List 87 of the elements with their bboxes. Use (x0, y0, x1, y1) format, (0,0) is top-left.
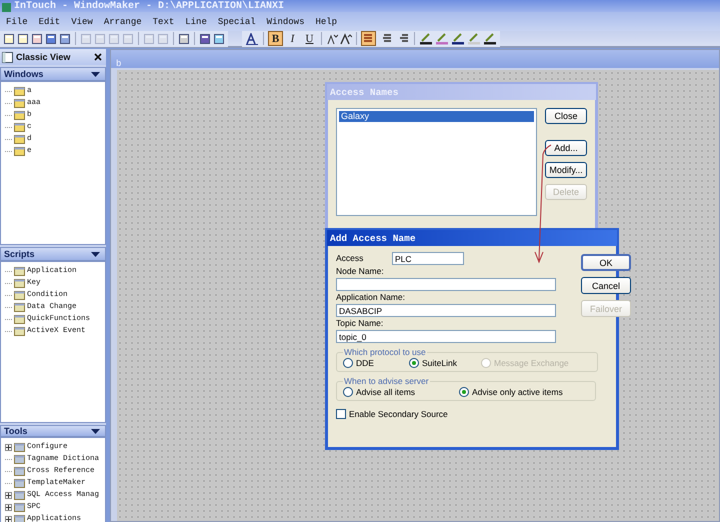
menu-item[interactable]: Help (315, 16, 338, 26)
dialog-button[interactable]: Close (545, 108, 587, 124)
expand-toggle[interactable] (5, 504, 12, 510)
text-color-icon[interactable] (451, 32, 465, 45)
access-input[interactable]: PLC (392, 252, 464, 265)
tool-icon (14, 478, 25, 488)
expand-toggle[interactable] (5, 516, 12, 522)
menu-item[interactable]: Line (185, 16, 207, 26)
dialog-button[interactable]: OK (581, 254, 631, 271)
script-icon (14, 314, 25, 324)
tool-icon (14, 466, 25, 476)
radio-button[interactable] (409, 358, 419, 368)
collapse-arrow-icon[interactable] (91, 428, 100, 434)
text-style-button[interactable]: U (302, 31, 317, 46)
window-folder-icon (14, 110, 25, 120)
tool-icon (14, 514, 25, 522)
collapse-arrow-icon[interactable] (91, 252, 100, 256)
section-header[interactable]: Tools (0, 425, 106, 437)
collapse-arrow-icon[interactable] (91, 72, 100, 76)
close-icon[interactable] (94, 53, 102, 61)
window-folder-icon (14, 86, 25, 96)
app-icon (2, 3, 11, 12)
text-input[interactable] (336, 278, 556, 291)
menu-item[interactable]: File (6, 16, 28, 26)
menu-item[interactable]: Windows (266, 16, 304, 26)
radio-option[interactable]: SuiteLink (409, 358, 475, 368)
script-icon (14, 290, 25, 300)
field-label: Node Name: (336, 266, 385, 277)
field-label: Application Name: (336, 292, 406, 303)
dialog-button[interactable]: Modify... (545, 162, 587, 178)
checkbox[interactable] (336, 409, 346, 419)
list-item[interactable]: Galaxy (339, 111, 534, 122)
section-title: Tools (4, 426, 28, 436)
dialog-button[interactable]: Cancel (581, 277, 631, 294)
radio-button[interactable] (459, 387, 469, 397)
section-header[interactable]: Scripts (0, 247, 106, 261)
window-folder-icon (14, 134, 25, 144)
field-label: Topic Name: (336, 318, 384, 329)
menu-item[interactable]: Text (152, 16, 174, 26)
script-icon (14, 278, 25, 288)
window-title: InTouch - WindowMaker - D:\APPLICATION\LIANXI (14, 2, 284, 12)
font-icon[interactable] (245, 32, 259, 44)
text-input[interactable]: DASABCIP (336, 304, 556, 317)
panel-icon (2, 52, 13, 62)
font-larger-icon[interactable] (340, 32, 352, 44)
dialog-button[interactable]: Add... (545, 140, 587, 156)
panel-title: Classic View (16, 52, 72, 62)
dialog-title: Access Names (330, 86, 398, 98)
tool-icon (14, 454, 25, 464)
section-title: Windows (4, 69, 44, 79)
tool-icon (14, 490, 25, 500)
section-header[interactable]: Windows (0, 67, 106, 81)
dialog-title: Add Access Name (330, 232, 416, 244)
text-style-button[interactable]: B (268, 31, 283, 46)
radio-option[interactable]: Advise all items (343, 387, 453, 397)
window-color-icon[interactable] (467, 32, 481, 45)
window-folder-icon (14, 122, 25, 132)
font-smaller-icon[interactable] (326, 32, 338, 44)
script-icon (14, 266, 25, 276)
fill-color-icon[interactable] (435, 32, 449, 45)
line-color-icon[interactable] (419, 32, 433, 45)
menu-item[interactable]: Special (218, 16, 256, 26)
menu-item[interactable]: Arrange (104, 16, 142, 26)
align-lines-icon (364, 34, 374, 43)
radio-button[interactable] (343, 358, 353, 368)
field-label: Access (336, 253, 364, 264)
window-folder-icon (14, 146, 25, 156)
script-icon (14, 302, 25, 312)
align-left-button[interactable] (361, 31, 376, 46)
group-title: When to advise server (343, 376, 430, 386)
pen-icon[interactable] (483, 32, 497, 45)
text-input[interactable]: topic_0 (336, 330, 556, 343)
checkbox-option[interactable]: Enable Secondary Source (336, 409, 573, 419)
expand-toggle[interactable] (5, 492, 12, 498)
tool-icon (14, 442, 25, 452)
radio-button[interactable] (343, 387, 353, 397)
window-folder-icon (14, 98, 25, 108)
group-title: Which protocol to use (343, 347, 427, 357)
text-style-button[interactable]: I (285, 31, 300, 46)
menu-item[interactable]: View (71, 16, 93, 26)
menu-item[interactable]: Edit (38, 16, 60, 26)
radio-option[interactable]: Advise only active items (459, 387, 589, 397)
radio-option[interactable]: DDE (343, 358, 403, 368)
script-icon (14, 326, 25, 336)
tool-icon (14, 502, 25, 512)
section-title: Scripts (4, 249, 36, 259)
expand-toggle[interactable] (5, 444, 12, 450)
